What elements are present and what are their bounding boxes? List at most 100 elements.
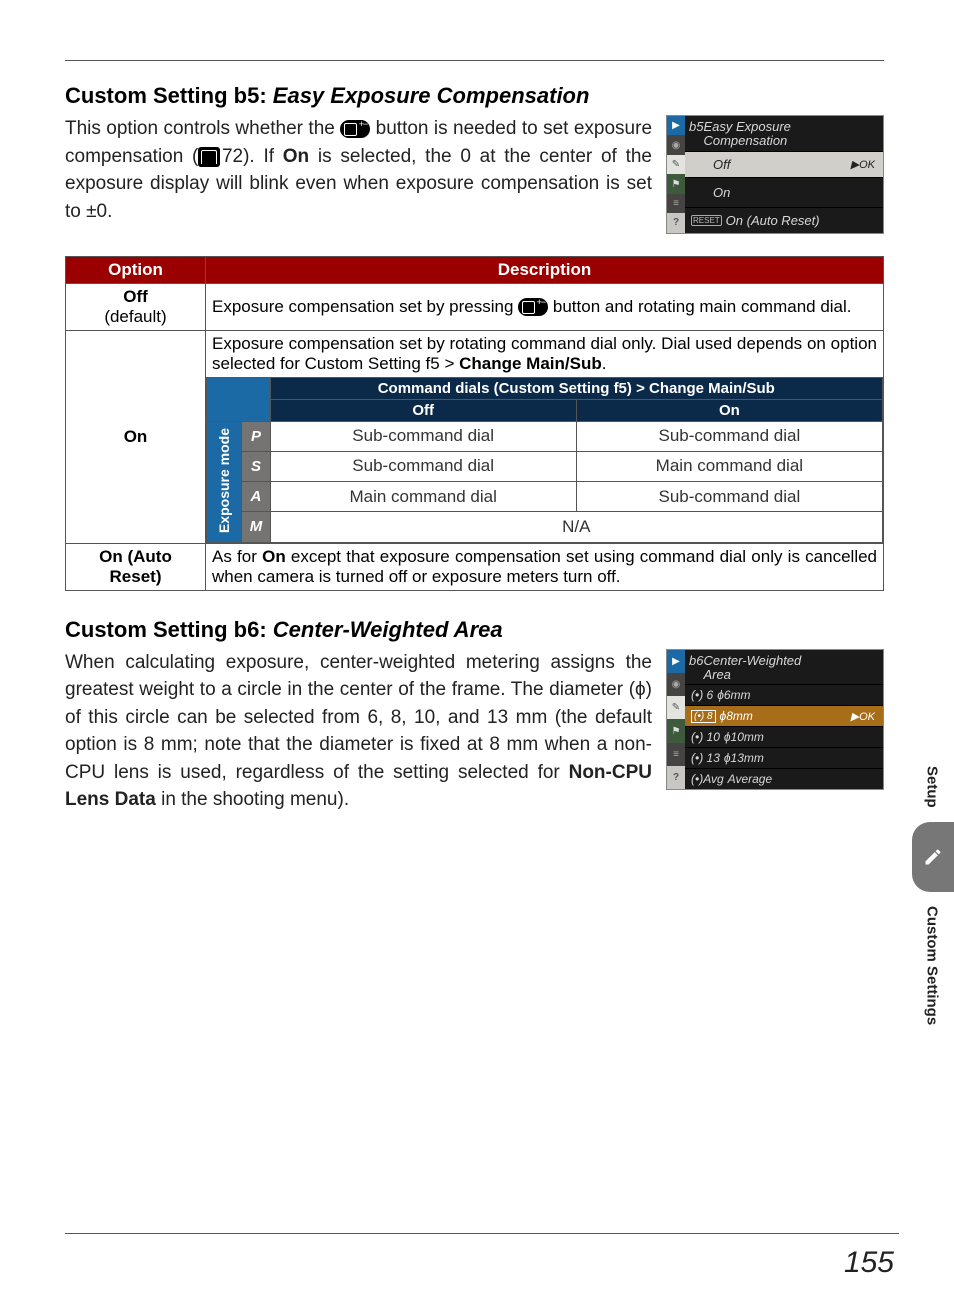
menu-icon: ≡ bbox=[667, 194, 685, 213]
on-lead-2: . bbox=[602, 354, 607, 373]
b6-text-1: When calculating exposure, center-weight… bbox=[65, 652, 652, 783]
camera-icon: ◉ bbox=[667, 135, 685, 154]
cell-p-off: Sub-command dial bbox=[270, 421, 576, 451]
b5-title-prefix: Custom Setting b5: bbox=[65, 83, 273, 108]
top-rule bbox=[65, 60, 884, 61]
cam-b5-row-autoreset[interactable]: RESET On (Auto Reset) bbox=[685, 207, 883, 233]
side-tab-bottom: Custom Settings bbox=[924, 906, 941, 1025]
page-number: 155 bbox=[844, 1246, 894, 1280]
r3-pre: (•) 13 bbox=[691, 751, 720, 765]
r4-pre: (•)Avg bbox=[691, 772, 724, 786]
b6-text-2: in the shooting menu). bbox=[156, 789, 349, 810]
opt-onauto: On (Auto Reset) bbox=[66, 543, 206, 590]
inner-table: Command dials (Custom Setting f5) > Chan… bbox=[206, 377, 883, 543]
cam-b6-sidebar: ▶ ◉ ✎ ⚑ ≡ ? bbox=[667, 650, 685, 790]
b6-title: Custom Setting b6: Center-Weighted Area bbox=[65, 617, 884, 643]
inner-corner2 bbox=[207, 399, 271, 421]
opt-off-sub: (default) bbox=[72, 307, 199, 327]
inner-col-on: On bbox=[576, 399, 882, 421]
inner-col-off: Off bbox=[270, 399, 576, 421]
opt-on-main: On bbox=[72, 427, 199, 447]
section-b6: Custom Setting b6: Center-Weighted Area … bbox=[65, 617, 884, 814]
exposure-comp-button-icon bbox=[340, 120, 370, 138]
th-description: Description bbox=[206, 256, 884, 283]
opt-onauto-main: On (Auto Reset) bbox=[72, 547, 199, 587]
off-desc-1: Exposure compensation set by pressing bbox=[212, 297, 518, 316]
retouch-icon: ⚑ bbox=[667, 174, 685, 193]
on-lead-bold: Change Main/Sub bbox=[459, 354, 602, 373]
menu-icon: ≡ bbox=[667, 743, 685, 766]
cam-b5-on-label: On bbox=[713, 185, 730, 200]
r3-label: ϕ13mm bbox=[724, 751, 764, 765]
camera-menu-b6: ▶ ◉ ✎ ⚑ ≡ ? b6Center-Weighted Area (•) 6… bbox=[666, 649, 884, 791]
camera-menu-b5: ▶ ◉ ✎ ⚑ ≡ ? b5Easy Exposure Compensation… bbox=[666, 115, 884, 234]
inner-vert-label: Exposure mode bbox=[207, 421, 242, 542]
cam-b5-line1: Easy Exposure bbox=[703, 119, 790, 134]
cell-s-on: Main command dial bbox=[576, 451, 882, 481]
side-tab: Setup Custom Settings bbox=[910, 760, 954, 1031]
pencil-icon bbox=[923, 847, 943, 867]
b6-title-italic: Center-Weighted Area bbox=[273, 617, 503, 642]
th-option: Option bbox=[66, 256, 206, 283]
cam-b6-row-avg[interactable]: (•)Avg Average bbox=[685, 768, 883, 789]
opt-off: Off (default) bbox=[66, 283, 206, 330]
cam-b5-row-on[interactable]: On bbox=[685, 177, 883, 207]
cam-b5-line2: Compensation bbox=[703, 133, 787, 148]
r4-label: Average bbox=[728, 772, 772, 786]
r2-label: ϕ10mm bbox=[724, 730, 764, 744]
opt-onauto-desc: As for On except that exposure compensat… bbox=[206, 543, 884, 590]
b5-on-bold: On bbox=[283, 146, 309, 167]
cell-a-off: Main command dial bbox=[270, 482, 576, 512]
cam-b6-line1: Center-Weighted bbox=[703, 653, 801, 668]
section-b5: Custom Setting b5: Easy Exposure Compens… bbox=[65, 83, 884, 591]
cam-b6-row-13mm[interactable]: (•) 13 ϕ13mm bbox=[685, 747, 883, 768]
cam-b6-title: b6Center-Weighted Area bbox=[685, 650, 883, 685]
onauto-desc-2: except that exposure compensation set us… bbox=[212, 547, 877, 586]
r2-pre: (•) 10 bbox=[691, 730, 720, 744]
r1-label: ϕ8mm bbox=[720, 709, 753, 723]
opt-on: On bbox=[66, 330, 206, 543]
r1-pre: (•) 8 bbox=[691, 710, 716, 723]
mode-m: M bbox=[242, 512, 270, 542]
mode-s: S bbox=[242, 451, 270, 481]
cam-b6-line2: Area bbox=[703, 667, 730, 682]
page-ref-icon bbox=[198, 147, 220, 167]
onauto-desc-1: As for bbox=[212, 547, 262, 566]
b6-paragraph: When calculating exposure, center-weight… bbox=[65, 649, 652, 814]
onauto-desc-bold: On bbox=[262, 547, 286, 566]
cell-p-on: Sub-command dial bbox=[576, 421, 882, 451]
side-tab-handle[interactable] bbox=[912, 822, 954, 892]
cam-b6-code: b6 bbox=[689, 653, 703, 668]
cam-b5-sidebar: ▶ ◉ ✎ ⚑ ≡ ? bbox=[667, 116, 685, 233]
playback-icon: ▶ bbox=[667, 650, 685, 673]
ok-indicator: ▶OK bbox=[851, 158, 875, 171]
help-icon: ? bbox=[667, 213, 685, 232]
mode-a: A bbox=[242, 482, 270, 512]
exposure-comp-button-icon bbox=[518, 298, 548, 316]
retouch-icon: ⚑ bbox=[667, 719, 685, 742]
cam-b5-row-off[interactable]: Off ▶OK bbox=[685, 151, 883, 177]
b5-title: Custom Setting b5: Easy Exposure Compens… bbox=[65, 83, 884, 109]
bottom-rule bbox=[65, 1233, 899, 1234]
b5-page-ref: 72 bbox=[222, 146, 243, 167]
cell-s-off: Sub-command dial bbox=[270, 451, 576, 481]
side-tab-top: Setup bbox=[924, 766, 941, 808]
reset-badge-icon: RESET bbox=[691, 215, 722, 226]
cam-b5-code: b5 bbox=[689, 119, 703, 134]
opt-off-desc: Exposure compensation set by pressing bu… bbox=[206, 283, 884, 330]
b6-title-prefix: Custom Setting b6: bbox=[65, 617, 273, 642]
cam-b5-off-label: Off bbox=[713, 157, 730, 172]
off-desc-2: button and rotating main command dial. bbox=[548, 297, 851, 316]
options-table: Option Description Off (default) Exposur… bbox=[65, 256, 884, 591]
r0-label: ϕ6mm bbox=[717, 688, 750, 702]
cam-b6-row-8mm[interactable]: (•) 8 ϕ8mm ▶OK bbox=[685, 705, 883, 726]
cell-m-na: N/A bbox=[270, 512, 882, 542]
b5-paragraph: This option controls whether the button … bbox=[65, 115, 652, 225]
cell-a-on: Sub-command dial bbox=[576, 482, 882, 512]
inner-corner bbox=[207, 377, 271, 399]
inner-head: Command dials (Custom Setting f5) > Chan… bbox=[270, 377, 882, 399]
r0-pre: (•) 6 bbox=[691, 688, 713, 702]
cam-b6-row-6mm[interactable]: (•) 6 ϕ6mm bbox=[685, 684, 883, 705]
opt-on-inner-wrap: Command dials (Custom Setting f5) > Chan… bbox=[206, 377, 884, 544]
cam-b6-row-10mm[interactable]: (•) 10 ϕ10mm bbox=[685, 726, 883, 747]
